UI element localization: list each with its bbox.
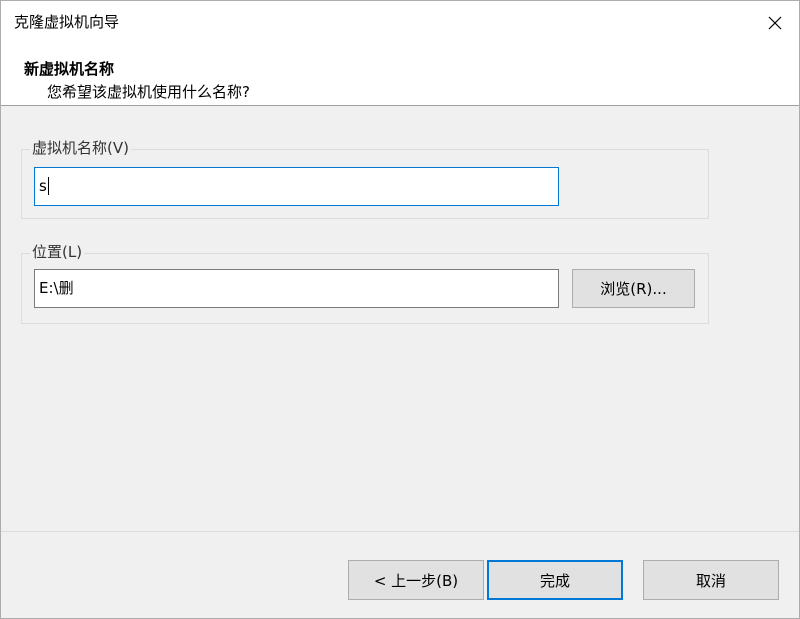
vm-name-label: 虚拟机名称(V) — [30, 138, 131, 158]
vm-name-input[interactable]: s — [34, 167, 559, 206]
vm-name-group: 虚拟机名称(V) s — [21, 138, 709, 219]
location-group: 位置(L) E:\删 浏览(R)... — [21, 242, 709, 324]
close-button[interactable] — [751, 1, 799, 45]
back-button[interactable]: < 上一步(B) — [348, 560, 484, 600]
cancel-button[interactable]: 取消 — [643, 560, 779, 600]
clone-vm-wizard-dialog: 克隆虚拟机向导 新虚拟机名称 您希望该虚拟机使用什么名称? 虚拟机名称(V) s… — [0, 0, 800, 619]
location-value: E:\删 — [39, 279, 74, 297]
wizard-footer: < 上一步(B) 完成 取消 — [1, 531, 799, 618]
page-title: 新虚拟机名称 — [24, 60, 115, 78]
finish-button[interactable]: 完成 — [487, 560, 623, 600]
vm-name-value: s — [39, 177, 47, 195]
text-caret — [47, 176, 49, 195]
close-icon — [768, 16, 782, 30]
location-input[interactable]: E:\删 — [34, 269, 559, 308]
title-bar: 克隆虚拟机向导 — [1, 1, 799, 45]
page-subtitle: 您希望该虚拟机使用什么名称? — [47, 83, 250, 101]
wizard-header: 新虚拟机名称 您希望该虚拟机使用什么名称? — [1, 45, 799, 106]
window-title: 克隆虚拟机向导 — [14, 13, 120, 31]
location-label: 位置(L) — [30, 242, 85, 262]
browse-button[interactable]: 浏览(R)... — [572, 269, 695, 308]
